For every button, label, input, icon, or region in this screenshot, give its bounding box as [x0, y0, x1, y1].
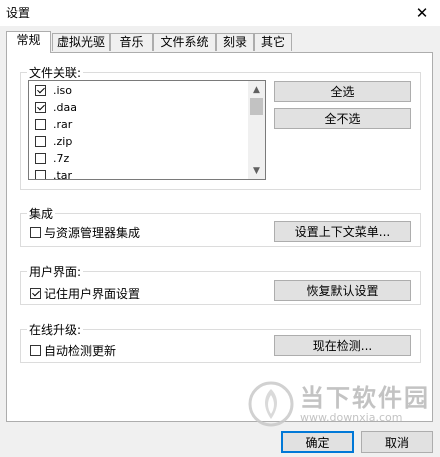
- list-item[interactable]: .iso: [35, 82, 72, 99]
- tab-burn[interactable]: 刻录: [216, 33, 254, 51]
- restore-defaults-button[interactable]: 恢复默认设置: [274, 280, 411, 301]
- integration-legend: 集成: [29, 207, 54, 221]
- auto-update-checkbox[interactable]: [30, 345, 41, 356]
- remember-ui-option[interactable]: 记住用户界面设置: [30, 285, 140, 302]
- checkbox-tar[interactable]: [35, 170, 46, 179]
- scroll-up-icon[interactable]: ▲: [248, 81, 265, 98]
- checkbox-zip[interactable]: [35, 136, 46, 147]
- tab-general[interactable]: 常规: [6, 31, 51, 53]
- tab-other[interactable]: 其它: [254, 33, 292, 51]
- listbox-scrollbar[interactable]: ▲ ▼: [248, 81, 265, 179]
- explorer-integration-checkbox[interactable]: [30, 227, 41, 238]
- watermark: 当下软件园 www.downxia.com: [248, 381, 430, 427]
- list-item[interactable]: .7z: [35, 150, 69, 167]
- list-item[interactable]: .zip: [35, 133, 72, 150]
- checkbox-iso[interactable]: [35, 85, 46, 96]
- online-upgrade-legend: 在线升级:: [29, 323, 82, 337]
- tab-file-system[interactable]: 文件系统: [153, 33, 216, 51]
- checkbox-rar[interactable]: [35, 119, 46, 130]
- select-none-button[interactable]: 全不选: [274, 108, 411, 129]
- scroll-down-icon[interactable]: ▼: [248, 162, 265, 179]
- tab-music[interactable]: 音乐: [110, 33, 153, 51]
- downxia-logo-icon: [248, 381, 294, 427]
- window-title: 设置: [6, 6, 31, 20]
- ok-button[interactable]: 确定: [281, 431, 354, 453]
- checkbox-daa[interactable]: [35, 102, 46, 113]
- list-item[interactable]: .rar: [35, 116, 72, 133]
- title-bar: [0, 0, 440, 26]
- close-button[interactable]: ✕: [404, 0, 440, 26]
- cancel-button[interactable]: 取消: [361, 431, 433, 453]
- tab-virtual-drive[interactable]: 虚拟光驱: [52, 33, 110, 51]
- list-item[interactable]: .tar: [35, 167, 72, 179]
- select-all-button[interactable]: 全选: [274, 81, 411, 102]
- scroll-thumb[interactable]: [250, 98, 263, 115]
- file-assoc-listbox[interactable]: .iso .daa .rar .zip .7z .tar ▲ ▼: [28, 80, 266, 180]
- check-now-button[interactable]: 现在检测...: [274, 335, 411, 356]
- auto-update-option[interactable]: 自动检测更新: [30, 342, 116, 359]
- watermark-brand: 当下软件园: [300, 383, 430, 412]
- file-assoc-legend: 文件关联:: [29, 66, 82, 80]
- user-interface-legend: 用户界面:: [29, 265, 82, 279]
- list-item[interactable]: .daa: [35, 99, 77, 116]
- context-menu-settings-button[interactable]: 设置上下文菜单...: [274, 221, 411, 242]
- explorer-integration-option[interactable]: 与资源管理器集成: [30, 224, 140, 241]
- close-icon: ✕: [415, 4, 429, 22]
- checkbox-7z[interactable]: [35, 153, 46, 164]
- remember-ui-checkbox[interactable]: [30, 288, 41, 299]
- watermark-url: www.downxia.com: [300, 410, 403, 424]
